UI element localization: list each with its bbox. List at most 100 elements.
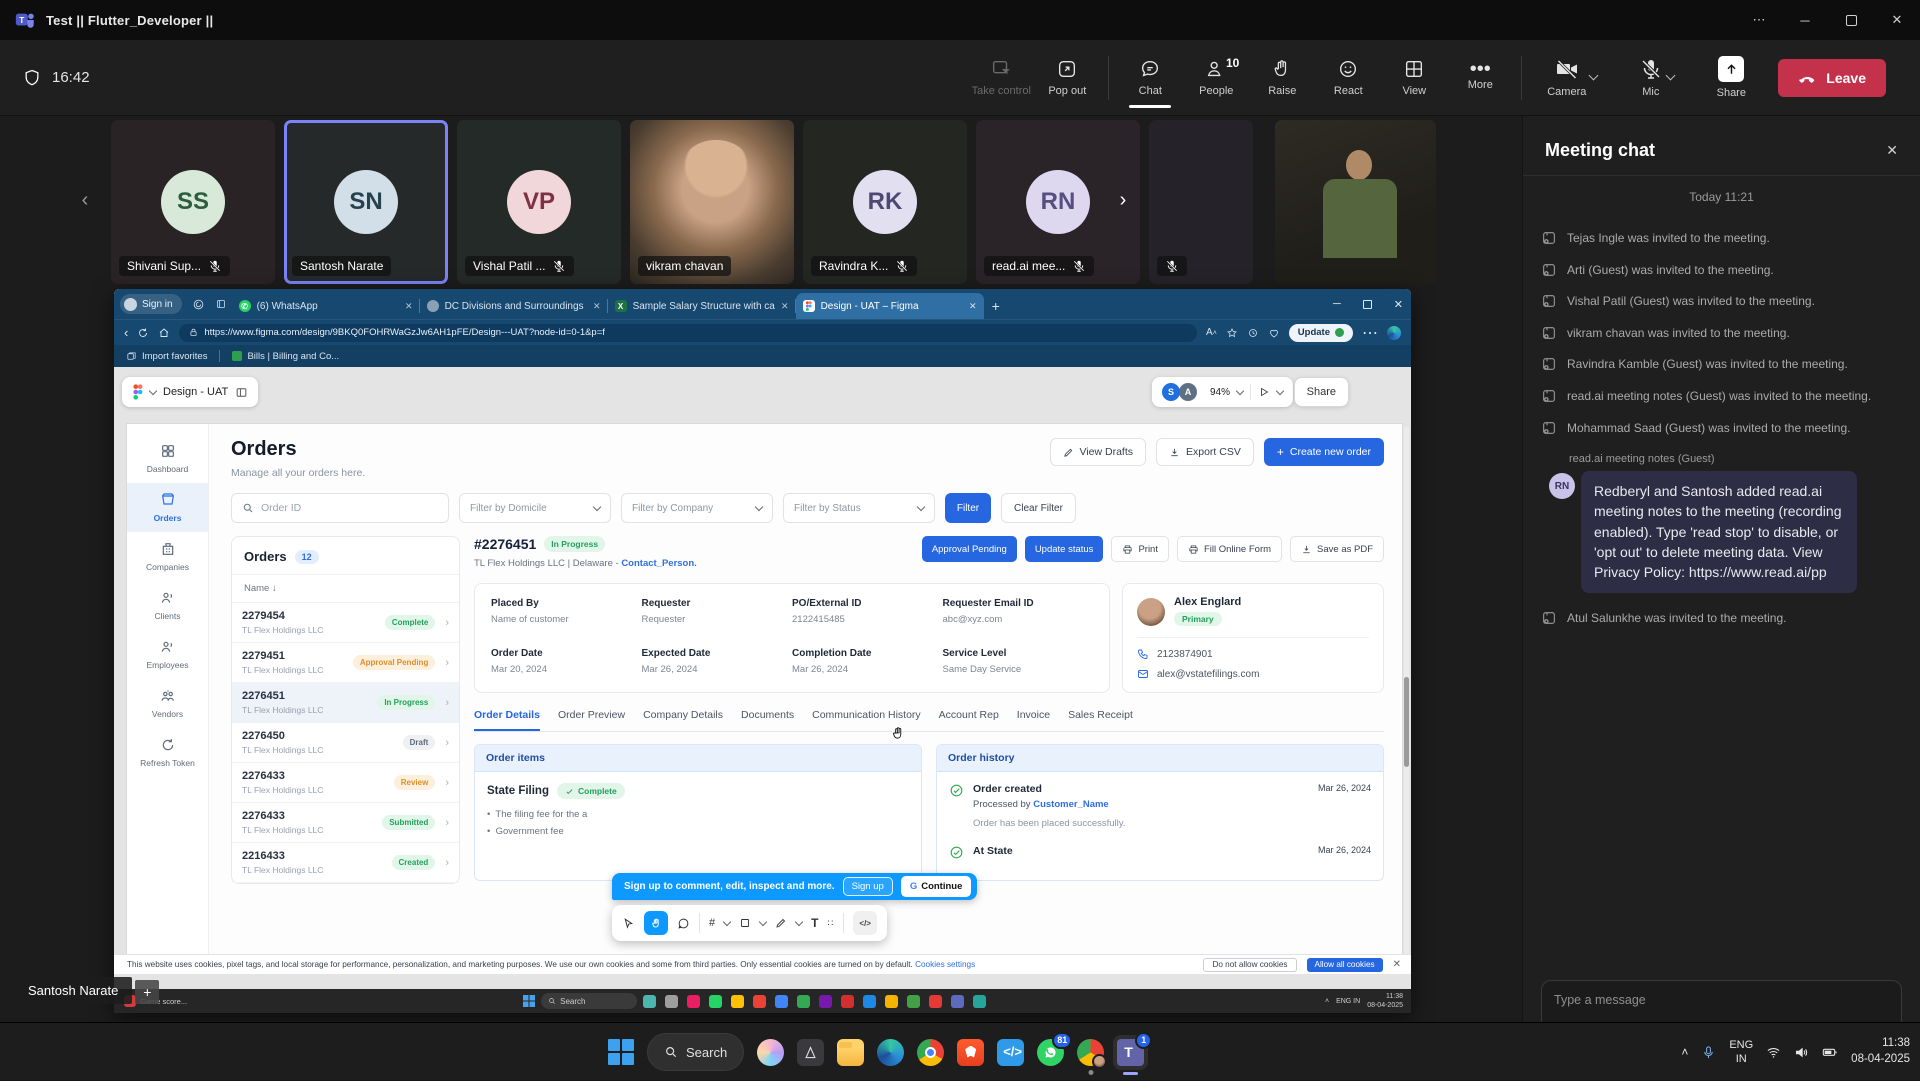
sidebar-item-companies[interactable]: Companies: [127, 532, 208, 581]
file-explorer-icon[interactable]: [837, 1039, 864, 1066]
deny-cookies-button[interactable]: Do not allow cookies: [1203, 958, 1296, 972]
tray-language[interactable]: ENGIN: [1729, 1038, 1753, 1067]
people-button[interactable]: 10 People: [1183, 46, 1249, 110]
camera-button[interactable]: Camera: [1530, 46, 1614, 110]
orders-name-column[interactable]: Name ↓: [232, 575, 459, 603]
shared-start-icon[interactable]: [523, 995, 535, 1007]
whatsapp-icon[interactable]: 81: [1037, 1039, 1064, 1066]
shared-search-input[interactable]: Search: [541, 993, 637, 1009]
shared-taskbar-app-icon[interactable]: [863, 995, 876, 1008]
shared-taskbar-app-icon[interactable]: [819, 995, 832, 1008]
present-icon[interactable]: [1258, 386, 1270, 398]
shared-taskbar-app-icon[interactable]: [665, 995, 678, 1008]
customer-name-link[interactable]: Customer_Name: [1033, 799, 1109, 810]
sidebar-item-clients[interactable]: Clients: [127, 581, 208, 630]
sidebar-item-employees[interactable]: Employees: [127, 630, 208, 679]
pen-tool-icon[interactable]: [775, 917, 787, 929]
shared-lang[interactable]: ENG IN: [1336, 998, 1360, 1005]
shared-taskbar-app-icon[interactable]: [951, 995, 964, 1008]
dark-app-icon[interactable]: [797, 1039, 824, 1066]
tab-order-details[interactable]: Order Details: [474, 709, 540, 731]
browser-tab[interactable]: Design - UAT – Figma✕: [796, 293, 984, 319]
hand-tool-icon[interactable]: [644, 911, 668, 935]
import-favorites-button[interactable]: Import favorites: [126, 351, 207, 362]
mic-chevron-icon[interactable]: [1665, 71, 1675, 81]
text-tool-icon[interactable]: T: [811, 916, 818, 930]
window-close-button[interactable]: ✕: [1874, 0, 1920, 40]
browser-copilot-icon[interactable]: [188, 292, 210, 316]
tab-sales-receipt[interactable]: Sales Receipt: [1068, 709, 1133, 731]
tab-documents[interactable]: Documents: [741, 709, 794, 731]
shape-tool-icon[interactable]: [739, 917, 751, 929]
order-row[interactable]: 2276451TL Flex Holdings LLCIn Progress›: [232, 683, 459, 723]
shared-taskbar-app-icon[interactable]: [885, 995, 898, 1008]
tab-close-icon[interactable]: ✕: [969, 301, 977, 312]
participant-tile[interactable]: VPVishal Patil ...: [457, 120, 621, 284]
zoom-chevron-icon[interactable]: [1236, 386, 1244, 394]
browser-signin-button[interactable]: Sign in: [120, 294, 182, 314]
participant-tile[interactable]: RKRavindra K...: [803, 120, 967, 284]
sidebar-item-refresh-token[interactable]: Refresh Token: [127, 728, 208, 777]
vscode-icon[interactable]: </>: [997, 1039, 1024, 1066]
approval-pending-button[interactable]: Approval Pending: [922, 536, 1017, 562]
tray-chevron-icon[interactable]: ˄: [1681, 1045, 1688, 1059]
camera-chevron-icon[interactable]: [1589, 71, 1599, 81]
tray-mic-icon[interactable]: [1701, 1045, 1716, 1060]
new-tab-button[interactable]: +: [992, 298, 1000, 314]
shared-taskbar-app-icon[interactable]: [709, 995, 722, 1008]
chat-close-icon[interactable]: ✕: [1886, 142, 1898, 159]
tray-wifi-icon[interactable]: [1766, 1045, 1781, 1060]
shared-taskbar-app-icon[interactable]: [643, 995, 656, 1008]
view-drafts-button[interactable]: View Drafts: [1050, 438, 1147, 466]
shared-taskbar-app-icon[interactable]: [687, 995, 700, 1008]
order-row[interactable]: 2276433TL Flex Holdings LLCReview›: [232, 763, 459, 803]
window-maximize-button[interactable]: [1828, 0, 1874, 40]
window-minimize-button[interactable]: ─: [1782, 0, 1828, 40]
participant-tile[interactable]: [1275, 120, 1436, 284]
shared-taskbar-app-icon[interactable]: [753, 995, 766, 1008]
shared-taskbar-app-icon[interactable]: [775, 995, 788, 1008]
sidebar-item-vendors[interactable]: Vendors: [127, 679, 208, 728]
raise-button[interactable]: Raise: [1249, 46, 1315, 110]
fill-online-form-button[interactable]: Fill Online Form: [1177, 536, 1282, 562]
brave-icon[interactable]: [957, 1039, 984, 1066]
tiles-scroll-right-icon[interactable]: ›: [1110, 180, 1136, 220]
contact-person-link[interactable]: Contact_Person.: [621, 558, 697, 569]
url-field[interactable]: https://www.figma.com/design/9BKQ0FOHRWa…: [179, 324, 1197, 342]
chat-button[interactable]: Chat: [1117, 46, 1183, 110]
browser-maximize-button[interactable]: [1363, 300, 1372, 309]
browser-close-button[interactable]: ✕: [1394, 298, 1403, 311]
export-csv-button[interactable]: Export CSV: [1156, 438, 1254, 466]
sidebar-item-dashboard[interactable]: Dashboard: [127, 434, 208, 483]
frame-tool-icon[interactable]: #: [709, 917, 715, 929]
figma-menu-chevron-icon[interactable]: [149, 386, 157, 394]
page-scrollbar[interactable]: [1404, 427, 1409, 967]
collaborator-avatar-s[interactable]: S: [1162, 383, 1180, 401]
tiles-scroll-left-icon[interactable]: ‹: [72, 180, 98, 220]
google-continue-button[interactable]: GContinue: [901, 876, 972, 897]
browser-tab[interactable]: DC Divisions and Surroundings✕: [420, 293, 608, 319]
browser-settings-icon[interactable]: ⋯: [1362, 323, 1378, 343]
leave-button[interactable]: Leave: [1778, 59, 1886, 97]
tray-battery-icon[interactable]: [1822, 1044, 1838, 1060]
favorite-star-icon[interactable]: [1226, 327, 1238, 339]
filter-button[interactable]: Filter: [945, 493, 991, 523]
pop-out-button[interactable]: Pop out: [1034, 46, 1100, 110]
figma-share-button[interactable]: Share: [1294, 377, 1349, 407]
tab-account-rep[interactable]: Account Rep: [939, 709, 999, 731]
collections-icon[interactable]: [1268, 327, 1280, 339]
update-status-button[interactable]: Update status: [1025, 536, 1104, 562]
browser-minimize-button[interactable]: ─: [1333, 298, 1341, 310]
cookie-close-icon[interactable]: ✕: [1393, 959, 1401, 970]
create-new-order-button[interactable]: + Create new order: [1264, 438, 1384, 466]
order-id-search-input[interactable]: Order ID: [231, 493, 449, 523]
shared-taskbar-app-icon[interactable]: [973, 995, 986, 1008]
edge-icon[interactable]: [877, 1039, 904, 1066]
tray-volume-icon[interactable]: [1794, 1045, 1809, 1060]
present-chevron-icon[interactable]: [1276, 386, 1284, 394]
figma-logo-icon[interactable]: [132, 384, 143, 400]
resources-tool-icon[interactable]: ∷: [827, 918, 834, 929]
tab-order-preview[interactable]: Order Preview: [558, 709, 625, 731]
move-tool-icon[interactable]: [622, 917, 635, 930]
browser-tab[interactable]: ✆(6) WhatsApp✕: [232, 293, 420, 319]
